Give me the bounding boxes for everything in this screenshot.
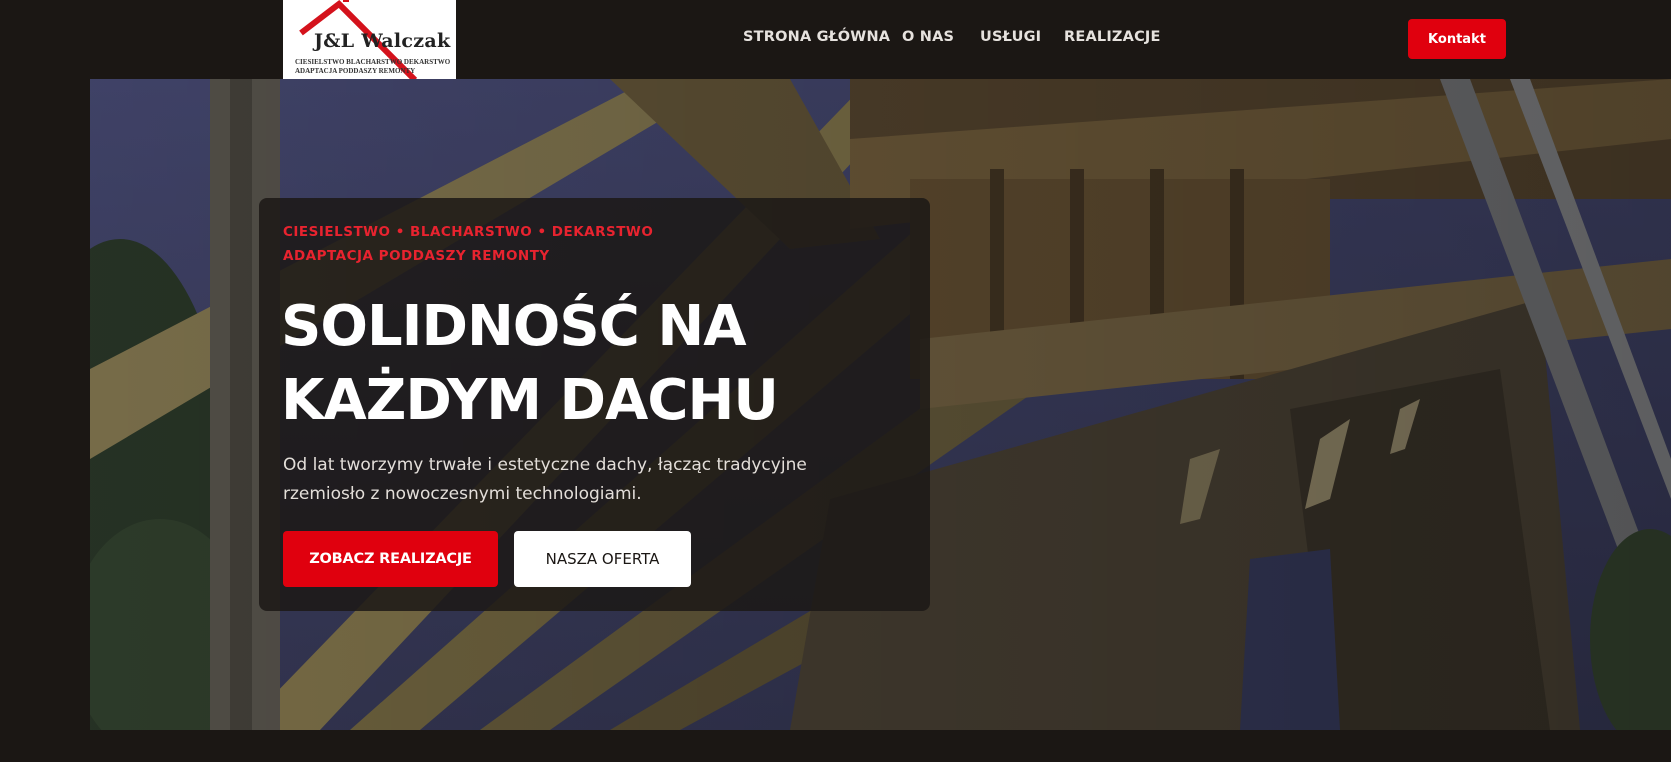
our-offer-button[interactable]: NASZA OFERTA [514,531,691,587]
hero-card: CIESIELSTWO • BLACHARSTWO • DEKARSTWO AD… [259,198,930,611]
hero-headline-line: KAŻDYM DACHU [281,368,779,433]
logo-tagline: CIESIELSTWO BLACHARSTWO DEKARSTWO [295,58,451,66]
hero-kicker: ADAPTACJA PODDASZY REMONTY [283,248,550,264]
site-header: J&L Walczak CIESIELSTWO BLACHARSTWO DEKA… [0,0,1671,87]
logo-name: J&L Walczak [314,30,451,52]
see-projects-button[interactable]: ZOBACZ REALIZACJE [283,531,498,587]
hero-kicker: CIESIELSTWO • BLACHARSTWO • DEKARSTWO [283,224,654,240]
hero-lead: Od lat tworzymy trwałe i estetyczne dach… [283,455,807,504]
hero-headline-line: SOLIDNOŚĆ NA [281,294,747,359]
nav-item-home[interactable]: STRONA GŁÓWNA [743,29,890,45]
logo-tagline: ADAPTACJA PODDASZY REMONTY [295,67,416,75]
site-logo[interactable]: J&L Walczak CIESIELSTWO BLACHARSTWO DEKA… [283,0,456,87]
page: J&L Walczak CIESIELSTWO BLACHARSTWO DEKA… [0,0,1671,762]
hero-section: CIESIELSTWO • BLACHARSTWO • DEKARSTWO AD… [90,79,1671,730]
nav-item-projects[interactable]: REALIZACJE [1064,29,1161,45]
nav-item-services[interactable]: USŁUGI [980,29,1041,45]
hero-headline: SOLIDNOŚĆ NA KAŻDYM DACHU [281,290,901,438]
nav-item-about[interactable]: O NAS [902,29,954,45]
contact-button[interactable]: Kontakt [1408,19,1506,59]
